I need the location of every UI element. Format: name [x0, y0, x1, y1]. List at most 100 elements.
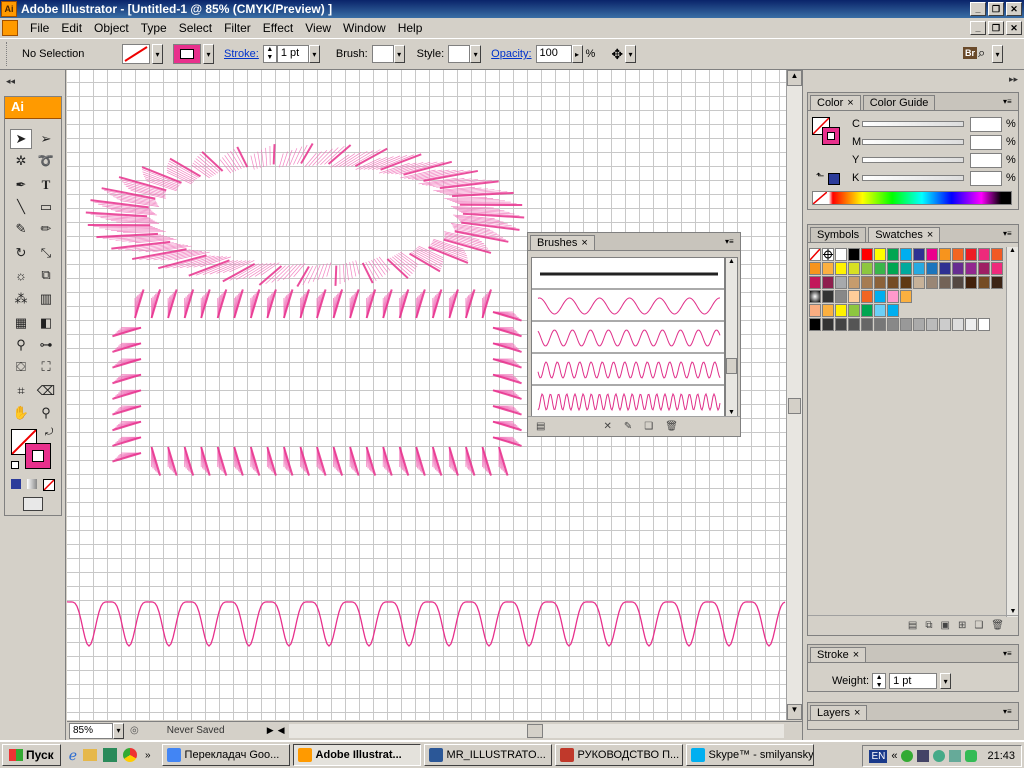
- close-icon[interactable]: ×: [853, 649, 859, 661]
- tray-icon-2[interactable]: [917, 750, 930, 762]
- swatch[interactable]: [835, 248, 847, 261]
- swatch[interactable]: [926, 262, 938, 275]
- swatch[interactable]: [926, 276, 938, 289]
- taskbar-button[interactable]: Перекладач Goo...: [161, 744, 290, 766]
- tray-expand-icon[interactable]: «: [891, 750, 897, 762]
- stroke-swatch[interactable]: [173, 44, 201, 64]
- swatch[interactable]: [900, 262, 912, 275]
- none-mode-icon[interactable]: [43, 479, 55, 491]
- none-color-icon[interactable]: [812, 191, 828, 205]
- control-bar-grip[interactable]: [6, 42, 10, 66]
- close-icon[interactable]: ×: [854, 707, 860, 719]
- swatch[interactable]: [809, 248, 821, 261]
- type-tool-icon[interactable]: T: [35, 175, 57, 195]
- tab-stroke[interactable]: Stroke ×: [810, 647, 867, 662]
- blend-tool-icon[interactable]: ⊶: [35, 335, 57, 355]
- swatch[interactable]: [848, 248, 860, 261]
- menu-type[interactable]: Type: [135, 21, 173, 35]
- channel-value-field[interactable]: [970, 171, 1002, 186]
- opacity-field[interactable]: 100: [535, 45, 572, 63]
- zoom-tool-icon[interactable]: ⚲: [35, 403, 57, 423]
- weight-field[interactable]: 1 pt: [889, 673, 938, 689]
- swatch-options-icon[interactable]: ▣: [940, 620, 949, 631]
- document-icon[interactable]: [2, 20, 18, 36]
- swatch[interactable]: [926, 248, 938, 261]
- menu-object[interactable]: Object: [88, 21, 135, 35]
- start-button[interactable]: Пуск: [2, 744, 61, 766]
- fill-stroke-widget[interactable]: ⤾: [11, 427, 57, 473]
- close-icon[interactable]: ×: [581, 237, 587, 249]
- menu-view[interactable]: View: [299, 21, 337, 35]
- symbol-sprayer-tool-icon[interactable]: ⁂: [10, 289, 32, 309]
- opacity-label[interactable]: Opacity:: [491, 48, 531, 60]
- zoom-field[interactable]: 85%: [69, 722, 113, 739]
- taskbar-button[interactable]: РУКОВОДСТВО П...: [554, 744, 683, 766]
- swatch[interactable]: [991, 248, 1003, 261]
- pen-tool-icon[interactable]: ✒: [10, 175, 32, 195]
- new-swatch-icon[interactable]: ❑: [974, 620, 983, 631]
- color-spectrum-bar[interactable]: [812, 191, 1012, 205]
- menu-filter[interactable]: Filter: [218, 21, 257, 35]
- scroll-down-icon[interactable]: ▼: [787, 704, 802, 720]
- doc-close-button[interactable]: ✕: [1006, 21, 1022, 35]
- swatch[interactable]: [861, 304, 873, 317]
- scroll-left-icon[interactable]: ◀: [278, 725, 285, 736]
- swatch[interactable]: [965, 248, 977, 261]
- close-icon[interactable]: ×: [847, 97, 853, 109]
- tab-brushes[interactable]: Brushes ×: [530, 235, 595, 250]
- swatch[interactable]: [848, 290, 860, 303]
- warp-tool-icon[interactable]: ☼: [10, 265, 32, 285]
- scroll-up-icon[interactable]: ▲: [1007, 247, 1018, 254]
- line-tool-icon[interactable]: ╲: [10, 197, 32, 217]
- ellipse-ribbon[interactable]: [85, 142, 525, 288]
- menu-select[interactable]: Select: [173, 21, 218, 35]
- swatch[interactable]: [835, 276, 847, 289]
- swatch[interactable]: [913, 318, 925, 331]
- close-icon[interactable]: ×: [927, 229, 933, 241]
- taskbar-button[interactable]: Skype™ - smilyansky: [685, 744, 814, 766]
- channel-slider[interactable]: [862, 139, 964, 145]
- weight-spinner[interactable]: ▲ ▼: [872, 673, 887, 689]
- delete-swatch-icon[interactable]: 🗑: [991, 620, 1004, 631]
- screen-mode-icon[interactable]: [23, 497, 43, 511]
- rotate-tool-icon[interactable]: ↻: [10, 243, 32, 263]
- vertical-scroll-thumb[interactable]: [788, 398, 801, 414]
- swatch[interactable]: [874, 248, 886, 261]
- language-indicator[interactable]: EN: [869, 749, 888, 763]
- swatch[interactable]: [952, 318, 964, 331]
- expand-dock-icon[interactable]: ▸▸: [1009, 74, 1018, 85]
- swatch[interactable]: [965, 276, 977, 289]
- stroke-weight-field[interactable]: 1 pt: [276, 45, 309, 63]
- web-safe-swatch[interactable]: [828, 173, 840, 185]
- stroke-weight-dropdown[interactable]: ▾: [308, 45, 320, 63]
- vertical-scrollbar[interactable]: ▲ ▼: [786, 70, 802, 720]
- tab-color-guide[interactable]: Color Guide: [862, 95, 936, 110]
- swatch[interactable]: [952, 262, 964, 275]
- opacity-dropdown[interactable]: ▸: [571, 45, 583, 63]
- swatch[interactable]: [991, 276, 1003, 289]
- panel-menu-icon[interactable]: ▾≡: [1003, 229, 1015, 239]
- swatch[interactable]: [965, 318, 977, 331]
- stroke-spinner[interactable]: ▲ ▼: [262, 45, 277, 63]
- collapse-left-icon[interactable]: ◂◂: [6, 76, 15, 87]
- swatch[interactable]: [900, 290, 912, 303]
- swatch[interactable]: [900, 248, 912, 261]
- live-paint-tool-icon[interactable]: ⛋: [10, 357, 32, 377]
- direct-selection-tool-icon[interactable]: ➢: [35, 129, 57, 149]
- mesh-tool-icon[interactable]: ▦: [10, 313, 32, 333]
- brush-preview[interactable]: [537, 361, 721, 379]
- swatch[interactable]: [887, 262, 899, 275]
- fill-swatch[interactable]: [122, 44, 150, 64]
- minimize-button[interactable]: _: [970, 2, 986, 16]
- swatch[interactable]: [809, 276, 821, 289]
- channel-slider[interactable]: [862, 121, 964, 127]
- swatches-scrollbar[interactable]: ▲ ▼: [1006, 247, 1018, 617]
- taskbar-button[interactable]: MR_ILLUSTRATO...: [423, 744, 552, 766]
- channel-value-field[interactable]: [970, 135, 1002, 150]
- swatch[interactable]: [848, 304, 860, 317]
- swatch[interactable]: [887, 276, 899, 289]
- swatch[interactable]: [978, 248, 990, 261]
- zoom-dropdown[interactable]: ▾: [113, 722, 124, 739]
- swatch[interactable]: [913, 262, 925, 275]
- gradient-mode-icon[interactable]: [27, 479, 37, 489]
